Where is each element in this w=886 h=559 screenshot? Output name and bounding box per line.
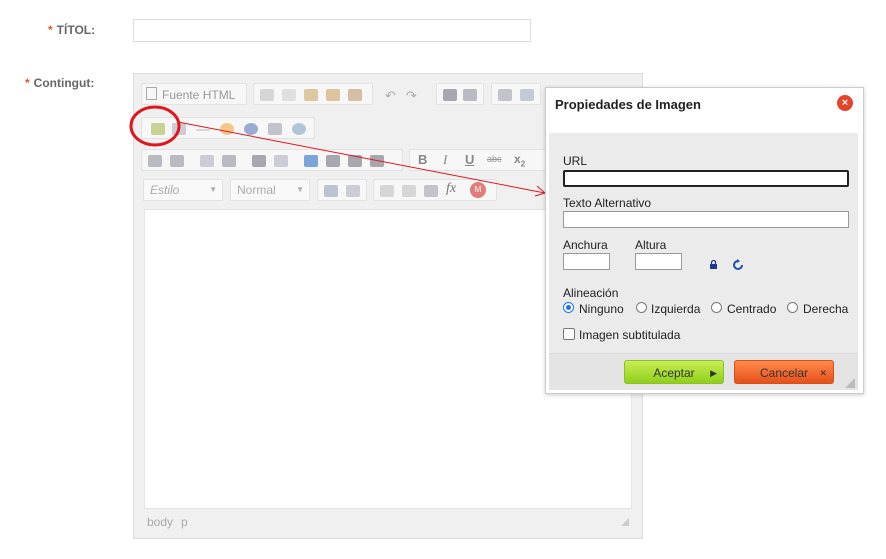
image-properties-dialog: Propiedades de Imagen × URL Texto Altern… (545, 87, 864, 394)
height-input[interactable] (635, 253, 682, 270)
align-label: Alineación (563, 286, 619, 300)
lock-icon[interactable] (709, 260, 719, 270)
url-label: URL (563, 154, 588, 168)
align-left-label: Izquierda (651, 302, 701, 316)
height-label: Altura (635, 238, 667, 252)
align-right-radio[interactable] (787, 302, 798, 313)
align-none-label: Ninguno (579, 302, 624, 316)
close-icon[interactable]: × (837, 95, 853, 111)
alt-input[interactable] (563, 211, 849, 228)
width-label: Anchura (563, 238, 608, 252)
close-small-icon: ✕ (819, 368, 827, 378)
accept-button[interactable]: Aceptar ▶ (624, 360, 724, 384)
cancel-button[interactable]: Cancelar ✕ (734, 360, 834, 384)
red-circle-annotation (129, 105, 181, 147)
caption-checkbox[interactable] (563, 328, 575, 340)
dialog-footer: Aceptar ▶ Cancelar ✕ (549, 353, 858, 390)
alt-label: Texto Alternativo (563, 196, 652, 210)
align-right-label: Derecha (803, 302, 849, 316)
chevron-right-icon: ▶ (710, 368, 717, 378)
align-center-label: Centrado (727, 302, 777, 316)
align-left-radio[interactable] (636, 302, 647, 313)
dialog-title: Propiedades de Imagen (555, 97, 701, 112)
dialog-resize-handle[interactable] (845, 378, 855, 388)
caption-label: Imagen subtitulada (579, 328, 681, 342)
red-arrow-line (177, 121, 546, 194)
align-center-radio[interactable] (711, 302, 722, 313)
width-input[interactable] (563, 253, 610, 270)
reset-size-icon[interactable] (732, 259, 744, 271)
dialog-body: URL Texto Alternativo Anchura Altura Ali… (549, 133, 858, 353)
url-input[interactable] (563, 170, 849, 187)
align-none-radio[interactable] (563, 302, 574, 313)
